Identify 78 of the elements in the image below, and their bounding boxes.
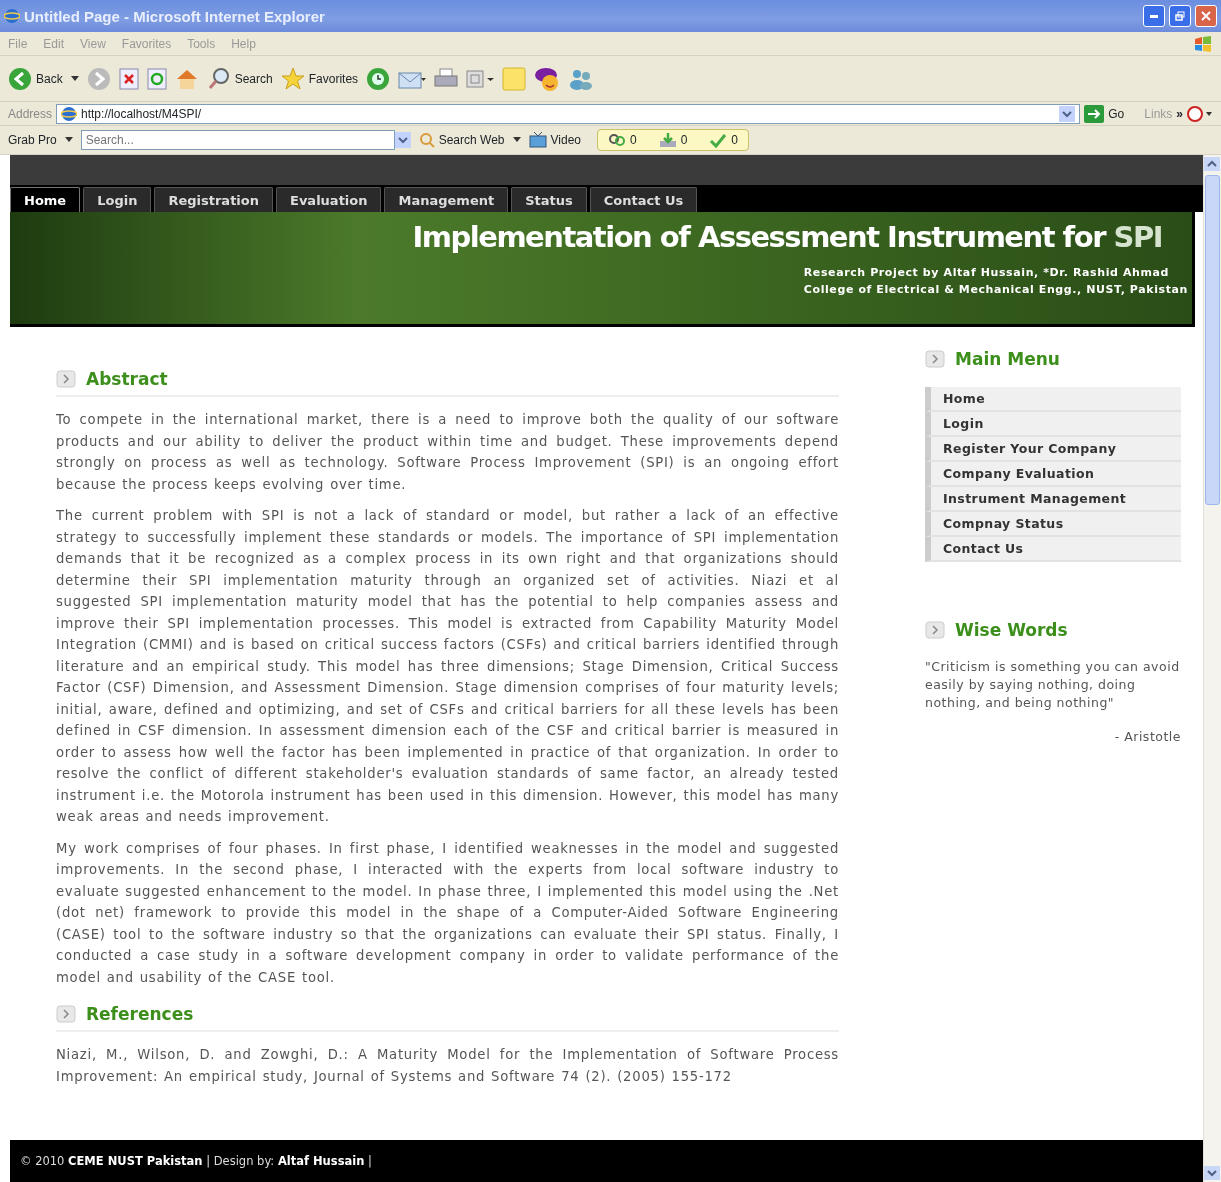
scrollbar-thumb[interactable] <box>1205 175 1220 505</box>
search-icon <box>418 132 435 148</box>
sidebar-menu-item[interactable]: Compnay Status <box>925 512 1181 537</box>
close-icon <box>1201 11 1211 21</box>
chevron-label[interactable]: » <box>1176 106 1183 121</box>
quote-text: "Criticism is something you can avoid easily by saying nothing, doing nothing, and being nothing" <box>925 658 1181 712</box>
section-heading: Abstract <box>86 369 168 389</box>
close-button[interactable] <box>1195 5 1217 27</box>
restore-button[interactable] <box>1169 5 1191 27</box>
dropdown-caret-icon[interactable] <box>70 75 79 82</box>
refresh-icon[interactable] <box>146 67 167 90</box>
paragraph: To compete in the international market, there is a need to improve both the quality of our software products and our ability to deliver the product within time and budget. These improvements depend strongly on process as well as technology. Software Process Improvement (SPI) is an ongoing effort because the process keeps evolving over time. <box>56 411 839 494</box>
paragraph: The current problem with SPI is not a lack of standard or model, but rather a lack of an effective strategy to successfully implement these standards or models. The importance of SPI implementation demands that it be recognized as a complex process in its own right and that organizations should determine their SPI implementation maturity through an organized set of activities. Niazi et al suggested SPI implementation maturity model that has the potential to help companies assess and improve their SPI implementation processes. This model is extracted from Capability Maturity Model Integration (CMMI) and is based on critical success factors (CSFs) and critical barriers identified through literature and an empirical study. This model has three dimensions; Stage Dimension, Critical Success Factor (CSF) Dimension, and Assessment Dimension. Stage dimension comprises of four maturity levels; initial, aware, defined and optimizing, and set of CSFs and critical barriers for all these levels has been defined in CSF dimension. In assessment dimension each of the CSF and critical barrier is measured in order to assess how well the factor has been implemented in practice of that organization. In order to resolve the conflict of different stakeholder's evaluation standards of same factor, an already tested instrument i.e. the Motorola instrument has been used in this dimension. However, this model has many weak areas and needs improvement. <box>56 507 839 826</box>
chevron-icon <box>925 350 945 368</box>
page-icon <box>61 105 78 122</box>
check-icon <box>709 132 728 148</box>
nav-tab[interactable]: Home <box>10 187 81 212</box>
section-heading: Main Menu <box>955 349 1060 369</box>
smiley-icon[interactable] <box>534 65 561 92</box>
dropdown-caret-icon[interactable] <box>64 137 73 143</box>
counter-value: 0 <box>630 133 637 147</box>
nav-tab[interactable]: Login <box>83 187 152 212</box>
nav-tab[interactable]: Contact Us <box>589 187 698 212</box>
nav-tab[interactable]: Management <box>384 187 509 212</box>
sidebar-menu-item[interactable]: Contact Us <box>925 537 1181 562</box>
paragraph: My work comprises of four phases. In first phase, I identified weaknesses in the model and suggested improvements. In the second phase, I interacted with the experts from local software industry to evaluate suggested enhancement to the model. In phase three, I implemented this model using the .Net (dot net) framework to provide this model in the shape of a Computer-Aided Software Engineering (CASE) tool to the software industry so that the organizations can evaluate their SPI status. Finally, I conducted a case study in a software development company in order to validate performance of the model and usability of the CASE tool. <box>56 839 839 987</box>
paragraph: Niazi, M., Wilson, D. and Zowghi, D.: A Maturity Model for the Implementation of Software Process Improvement: An empirical study, Journal of Systems and Software 74 (2). (2005) 155-172 <box>56 1046 839 1086</box>
scrollbar[interactable] <box>1203 155 1221 1182</box>
sidebar-menu-item[interactable]: Instrument Management <box>925 487 1181 512</box>
minimize-icon <box>1150 14 1158 18</box>
history-icon[interactable] <box>366 66 391 91</box>
sidebar-menu-item[interactable]: Register Your Company <box>925 437 1181 462</box>
counter-value: 0 <box>731 133 739 147</box>
sidebar-menu-item[interactable]: Login <box>925 412 1181 437</box>
nav-tab[interactable]: Evaluation <box>276 187 382 212</box>
window-title: Untitled Page - Microsoft Internet Explorer <box>24 7 326 25</box>
tv-icon <box>528 132 547 148</box>
address-field[interactable]: http://localhost/M4SPI/ <box>56 103 1081 124</box>
scroll-down-icon[interactable] <box>1204 1166 1220 1180</box>
search-web-button[interactable]: Search Web <box>418 132 505 148</box>
grab-pro-button[interactable]: Grab Pro <box>8 133 57 147</box>
footer-text: © 2010 CEME NUST Pakistan | Design by: Altaf Hussain | <box>20 1154 372 1168</box>
chevron-icon <box>56 1005 76 1023</box>
windows-flag-icon <box>1193 34 1213 53</box>
quote-author: - Aristotle <box>1113 728 1181 746</box>
search-icon <box>206 66 231 91</box>
pdf-icon[interactable] <box>1187 105 1213 122</box>
chevron-icon <box>56 370 76 388</box>
search-field[interactable]: Search... <box>80 130 395 150</box>
restore-icon <box>1175 11 1185 21</box>
back-icon <box>8 66 32 91</box>
window-icon[interactable] <box>466 67 495 90</box>
download-icon <box>658 132 677 148</box>
stop-icon[interactable] <box>118 67 139 90</box>
banner-subtitle: College of Electrical & Mechanical Engg., NUST, Pakistan <box>803 282 1188 298</box>
go-button[interactable]: Go <box>1084 104 1125 123</box>
address-label: Address <box>8 106 53 121</box>
nav-tab[interactable]: Status <box>511 187 587 212</box>
minimize-button[interactable] <box>1143 5 1165 27</box>
ie-logo-icon <box>4 8 20 24</box>
toolbar-button[interactable]: Favorites <box>280 66 359 91</box>
toolbar-button[interactable]: Search <box>206 66 273 91</box>
section-heading: Wise Words <box>955 620 1068 640</box>
sidebar-menu-item[interactable]: Company Evaluation <box>925 462 1181 487</box>
banner-subtitle: Research Project by Altaf Hussain, *Dr. Rashid Ahmad <box>803 265 1171 281</box>
video-button[interactable]: Video <box>528 132 581 148</box>
sidebar-menu-item[interactable]: Home <box>925 387 1181 412</box>
banner-title: Implementation of Assessment Instrument for SPI <box>412 220 1162 254</box>
scroll-up-icon[interactable] <box>1204 157 1220 171</box>
dropdown-caret-icon[interactable] <box>512 137 521 143</box>
toolbar-button[interactable]: Back <box>8 66 63 91</box>
section-heading: References <box>86 1004 194 1024</box>
counter-value: 0 <box>680 133 688 147</box>
nav-tab[interactable]: Registration <box>154 187 273 212</box>
printer-icon[interactable] <box>434 67 459 90</box>
link-icon <box>608 132 626 148</box>
star-icon <box>280 66 305 91</box>
chevron-icon <box>925 621 945 639</box>
